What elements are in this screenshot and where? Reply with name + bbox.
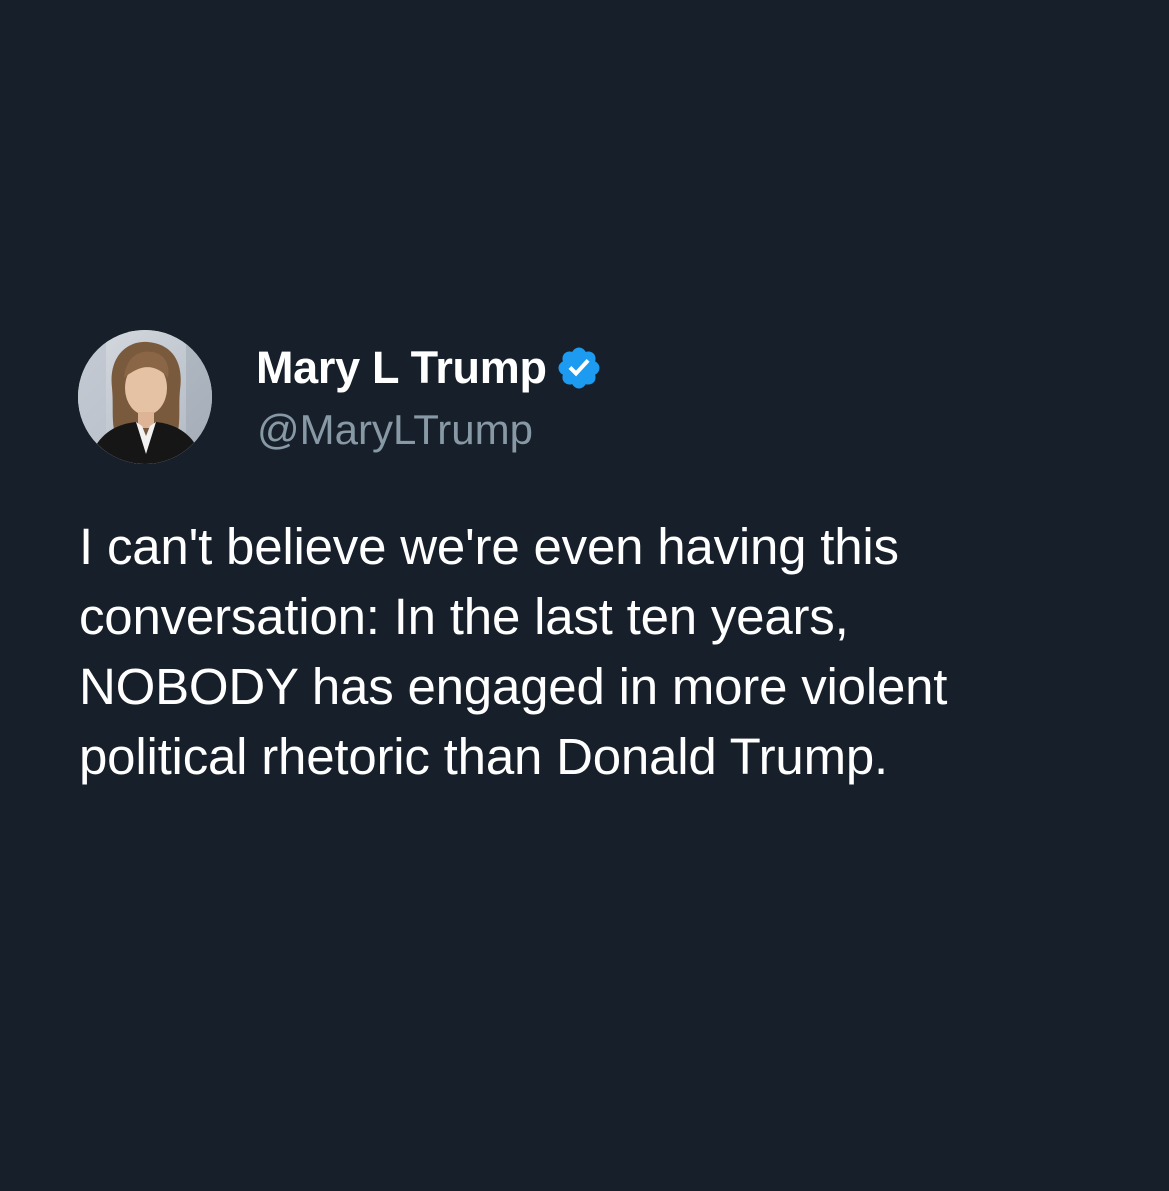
tweet-card: Mary L Trump @MaryLTrump I can't believe… bbox=[0, 0, 1169, 1191]
verified-badge-icon bbox=[555, 344, 603, 392]
avatar-photo bbox=[78, 330, 212, 464]
tweet-text: I can't believe we're even having this c… bbox=[79, 518, 948, 785]
author-name[interactable]: Mary L Trump bbox=[256, 340, 547, 396]
author-avatar[interactable] bbox=[78, 330, 212, 464]
author-handle[interactable]: @MaryLTrump bbox=[257, 403, 533, 457]
author-name-row: Mary L Trump bbox=[256, 340, 603, 396]
